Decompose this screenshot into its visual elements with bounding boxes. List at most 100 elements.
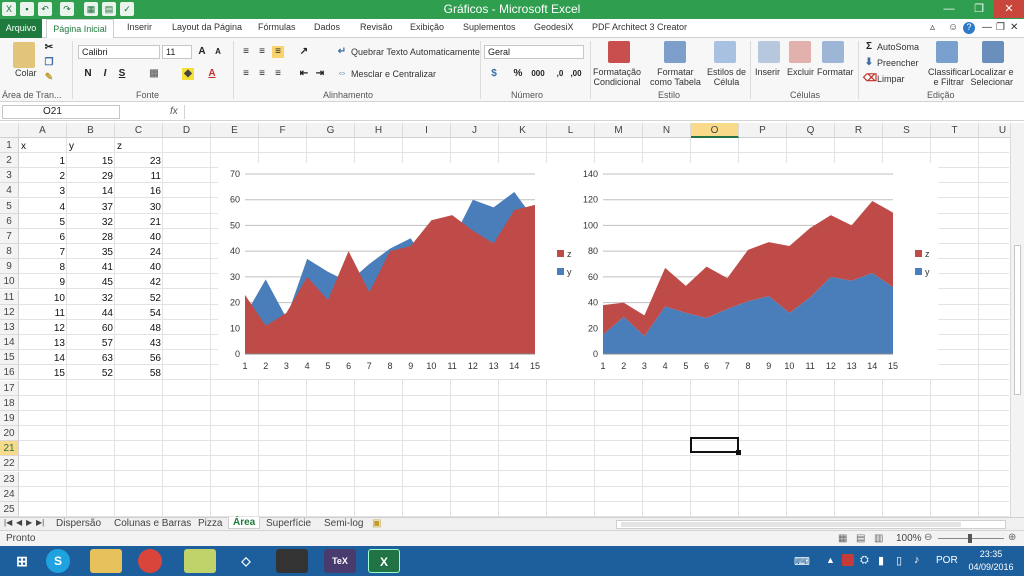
- table-cell[interactable]: 23: [121, 154, 161, 169]
- row-header-19[interactable]: 19: [0, 410, 19, 426]
- tray-app-icon-2[interactable]: ⛭: [860, 554, 869, 567]
- column-header-o[interactable]: O: [691, 123, 739, 138]
- header-cell-z[interactable]: z: [117, 139, 122, 154]
- tab-geodesix[interactable]: GeodesiX: [534, 22, 574, 32]
- column-header-e[interactable]: E: [211, 123, 259, 138]
- row-header-11[interactable]: 11: [0, 289, 19, 305]
- table-cell[interactable]: 14: [73, 184, 113, 199]
- language-indicator[interactable]: POR: [936, 555, 958, 566]
- table-cell[interactable]: 16: [121, 184, 161, 199]
- chart-area-stacked[interactable]: 0 20 40 60 80 100 120 140 1 2 3 4 5 6 7 8 9 10 11 12 13 14 15 z…: [576, 163, 938, 379]
- table-cell[interactable]: 13: [25, 336, 65, 351]
- table-cell[interactable]: 45: [73, 275, 113, 290]
- row-header-23[interactable]: 23: [0, 471, 19, 487]
- vertical-scrollbar[interactable]: [1010, 123, 1024, 517]
- row-header-1[interactable]: 1: [0, 138, 19, 153]
- align-right-icon[interactable]: ≡: [272, 68, 284, 80]
- tab-home[interactable]: Página Inicial: [46, 19, 114, 39]
- sheet-tab-dispersao[interactable]: Dispersão: [56, 518, 101, 529]
- sort-filter-button[interactable]: Classificar e Filtrar: [928, 67, 970, 87]
- horizontal-scrollbar[interactable]: [616, 520, 1006, 529]
- insert-function-icon[interactable]: fx: [170, 106, 178, 117]
- table-cell[interactable]: 10: [25, 291, 65, 306]
- column-header-i[interactable]: I: [403, 123, 451, 138]
- align-left-icon[interactable]: ≡: [240, 68, 252, 80]
- insert-cells-icon[interactable]: [758, 41, 780, 63]
- table-cell[interactable]: 63: [73, 351, 113, 366]
- table-cell[interactable]: 5: [25, 215, 65, 230]
- row-header-20[interactable]: 20: [0, 426, 19, 442]
- fill-color-icon[interactable]: ◆: [182, 68, 194, 80]
- table-cell[interactable]: 21: [121, 215, 161, 230]
- close-icon[interactable]: ✕: [994, 0, 1024, 18]
- format-cells-icon[interactable]: [822, 41, 844, 63]
- scroll-thumb[interactable]: [1014, 245, 1021, 395]
- format-table-button[interactable]: Formatar como Tabela: [650, 67, 701, 87]
- sheet-tab-area[interactable]: Área: [228, 517, 261, 529]
- tab-formulas[interactable]: Fórmulas: [258, 22, 296, 32]
- header-cell-x[interactable]: x: [21, 139, 26, 154]
- workbook-minimize-icon[interactable]: —: [982, 22, 992, 33]
- fill-button[interactable]: Preencher: [877, 58, 919, 68]
- row-header-25[interactable]: 25: [0, 501, 19, 517]
- table-cell[interactable]: 7: [25, 245, 65, 260]
- row-header-6[interactable]: 6: [0, 213, 19, 229]
- chart-area-overlapping[interactable]: 0 10 20 30 40 50 60 70 1 2 3 4 5 6 7 8 9 10 11 12 13 14 15 z y: [218, 163, 576, 379]
- row-header-9[interactable]: 9: [0, 259, 19, 275]
- table-cell[interactable]: 52: [121, 291, 161, 306]
- prev-sheet-icon[interactable]: ◀: [16, 518, 22, 527]
- row-header-4[interactable]: 4: [0, 183, 19, 199]
- conditional-format-icon[interactable]: [608, 41, 630, 63]
- column-header-r[interactable]: R: [835, 123, 883, 138]
- virtualbox-icon[interactable]: ◇: [230, 549, 262, 573]
- chrome-icon[interactable]: [138, 549, 162, 573]
- normal-view-icon[interactable]: ▦: [838, 533, 847, 544]
- column-header-s[interactable]: S: [883, 123, 931, 138]
- last-sheet-icon[interactable]: ▶|: [36, 518, 44, 527]
- conditional-format-button[interactable]: Formatação Condicional: [593, 67, 641, 87]
- shrink-font-icon[interactable]: A: [212, 46, 224, 58]
- borders-icon[interactable]: ▦: [148, 68, 160, 80]
- column-header-n[interactable]: N: [643, 123, 691, 138]
- page-layout-view-icon[interactable]: ▤: [856, 533, 865, 544]
- column-header-q[interactable]: Q: [787, 123, 835, 138]
- sheet-tab-semi-log[interactable]: Semi-log: [324, 518, 363, 529]
- font-color-icon[interactable]: A: [206, 68, 218, 80]
- keyboard-icon[interactable]: ⌨: [794, 555, 810, 568]
- tab-view[interactable]: Exibição: [410, 22, 444, 32]
- table-cell[interactable]: 1: [25, 154, 65, 169]
- column-header-d[interactable]: D: [163, 123, 211, 138]
- insert-cells-button[interactable]: Inserir: [755, 67, 780, 77]
- format-painter-icon[interactable]: ✎: [43, 72, 55, 84]
- clear-button[interactable]: Limpar: [877, 74, 905, 84]
- smiley-icon[interactable]: ☺: [948, 22, 958, 33]
- orientation-icon[interactable]: ↗: [298, 46, 310, 58]
- merge-icon[interactable]: ⇔: [336, 68, 348, 80]
- table-cell[interactable]: 32: [73, 215, 113, 230]
- increase-decimal-icon[interactable]: ,0: [554, 68, 566, 80]
- table-cell[interactable]: 4: [25, 200, 65, 215]
- file-explorer-icon[interactable]: [90, 549, 122, 573]
- delete-cells-icon[interactable]: [789, 41, 811, 63]
- table-cell[interactable]: 44: [73, 306, 113, 321]
- decrease-decimal-icon[interactable]: ,00: [570, 68, 582, 80]
- column-header-c[interactable]: C: [115, 123, 163, 138]
- align-bottom-icon[interactable]: ≡: [272, 46, 284, 58]
- column-header-h[interactable]: H: [355, 123, 403, 138]
- excel-taskbar-icon[interactable]: X: [368, 549, 400, 573]
- clock-date[interactable]: 04/09/2016: [966, 562, 1016, 572]
- format-cells-button[interactable]: Formatar: [817, 67, 854, 77]
- bold-icon[interactable]: N: [82, 68, 94, 80]
- row-header-15[interactable]: 15: [0, 350, 19, 366]
- row-header-7[interactable]: 7: [0, 228, 19, 244]
- tab-insert[interactable]: Inserir: [127, 22, 152, 32]
- row-header-21[interactable]: 21: [0, 441, 19, 457]
- align-top-icon[interactable]: ≡: [240, 46, 252, 58]
- new-sheet-icon[interactable]: ▣: [372, 518, 381, 529]
- column-header-k[interactable]: K: [499, 123, 547, 138]
- table-cell[interactable]: 15: [73, 154, 113, 169]
- tab-page-layout[interactable]: Layout da Página: [172, 22, 242, 32]
- horizontal-scroll-thumb[interactable]: [621, 522, 961, 527]
- comma-style-icon[interactable]: 000: [530, 68, 546, 80]
- workbook-restore-icon[interactable]: ❐: [996, 22, 1005, 33]
